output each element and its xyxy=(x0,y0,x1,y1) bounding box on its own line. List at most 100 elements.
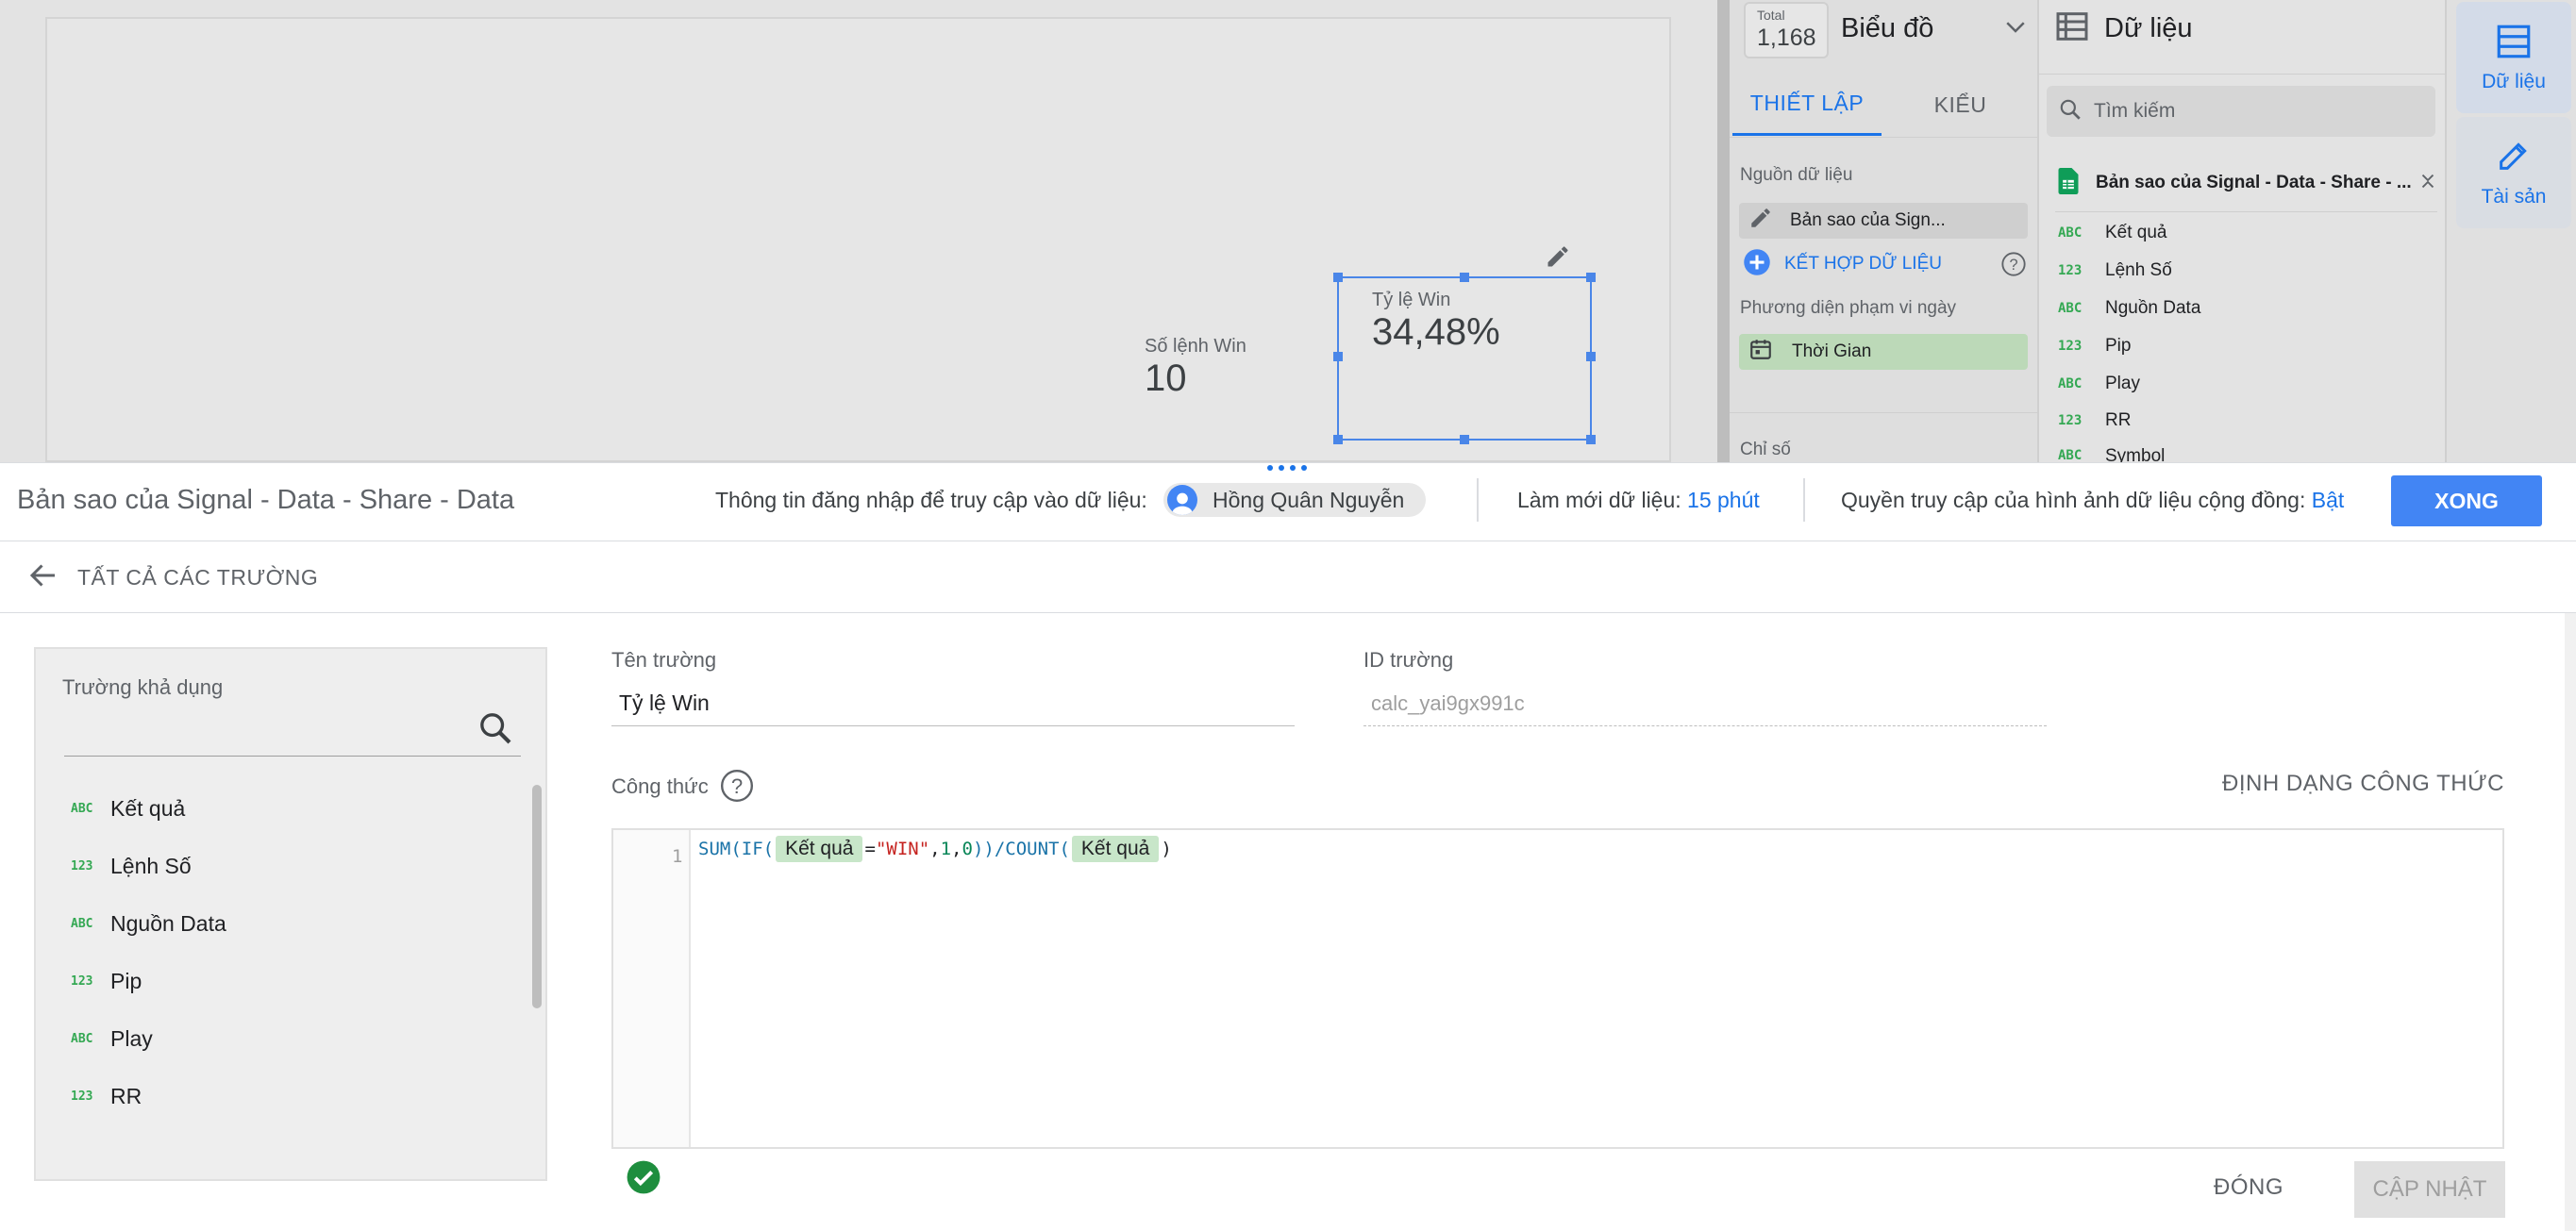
total-rows-box: Total 1,168 xyxy=(1744,2,1829,58)
done-button[interactable]: XONG xyxy=(2391,475,2542,526)
field-id-label: ID trường xyxy=(1363,648,1454,672)
field-type-tag: 123 xyxy=(71,858,93,873)
data-field-row[interactable]: 123 Lệnh Số xyxy=(2058,253,2172,289)
field-name-value: Tỷ lệ Win xyxy=(619,690,710,715)
tab-setup[interactable]: THIẾT LẬP xyxy=(1732,74,1882,136)
tab-style-label: KIỂU xyxy=(1933,91,1987,117)
refresh-value-link[interactable]: 15 phút xyxy=(1687,488,1760,512)
available-field-name: Kết quả xyxy=(110,795,186,821)
add-circle-icon xyxy=(1743,248,1771,281)
formula-token: ) xyxy=(1161,839,1172,859)
field-type-tag: 123 xyxy=(71,1089,93,1104)
formula-string: "WIN" xyxy=(875,839,930,859)
field-type-tag: ABC xyxy=(71,1031,93,1046)
data-field-row[interactable]: 123 RR xyxy=(2058,403,2131,439)
field-name-input[interactable]: Tỷ lệ Win xyxy=(611,681,1295,726)
editor-source-title: Bản sao của Signal - Data - Share - Data xyxy=(17,485,515,515)
data-source-row[interactable]: Bản sao của Signal - Data - Share - ... xyxy=(2058,166,2435,200)
available-field-item[interactable]: ABC Play xyxy=(71,1020,153,1057)
section-divider xyxy=(1730,412,2039,413)
chart-type-label: Biểu đồ xyxy=(1841,12,1934,43)
data-panel-title: Dữ liệu xyxy=(2104,13,2193,43)
blend-data-label: KẾT HỢP DỮ LIỆU xyxy=(1784,254,1942,274)
refresh-label: Làm mới dữ liệu: xyxy=(1517,488,1681,512)
chart-type-select[interactable]: Biểu đồ xyxy=(1841,8,2030,49)
pencil-icon[interactable] xyxy=(1545,243,1571,270)
formula-token: , xyxy=(929,839,941,859)
database-icon xyxy=(2494,22,2534,67)
selected-scorecard-rate[interactable]: Tỷ lệ Win 34,48% xyxy=(1333,273,1596,444)
data-field-name: Lệnh Số xyxy=(2105,260,2172,280)
line-number-gutter xyxy=(613,830,691,1147)
scorecard-wins[interactable]: Số lệnh Win 10 xyxy=(1145,336,1305,400)
credentials-user-name: Hồng Quân Nguyễn xyxy=(1213,487,1405,512)
formula-editor[interactable] xyxy=(611,828,2504,1149)
close-button[interactable]: ĐÓNG xyxy=(2214,1174,2283,1201)
data-field-row[interactable]: ABC Play xyxy=(2058,366,2140,402)
calendar-icon xyxy=(1748,337,1773,367)
credentials-user-chip[interactable]: Hồng Quân Nguyễn xyxy=(1163,483,1426,517)
data-source-chip[interactable]: Bản sao của Sign... xyxy=(1739,203,2028,239)
refresh-setting[interactable]: Làm mới dữ liệu: 15 phút xyxy=(1517,488,1760,513)
formula-help-icon[interactable]: ? xyxy=(719,768,755,808)
table-icon xyxy=(2053,8,2091,50)
data-field-row[interactable]: ABC Kết quả xyxy=(2058,215,2167,251)
available-fields-search[interactable] xyxy=(64,706,521,757)
resize-handle[interactable] xyxy=(1267,465,1307,471)
format-formula-button[interactable]: ĐỊNH DẠNG CÔNG THỨC xyxy=(2222,771,2504,797)
available-field-item[interactable]: 123 Lệnh Số xyxy=(71,847,192,885)
data-field-row[interactable]: ABC Symbol xyxy=(2058,441,2165,462)
blend-data-button[interactable]: KẾT HỢP DỮ LIỆU xyxy=(1743,247,1988,281)
date-dimension-chip[interactable]: Thời Gian xyxy=(1739,334,2028,370)
available-field-item[interactable]: 123 RR xyxy=(71,1077,142,1115)
field-type-tag: ABC xyxy=(71,801,93,816)
available-field-item[interactable]: ABC Kết quả xyxy=(71,790,185,827)
editor-scrollbar[interactable] xyxy=(2565,613,2576,1231)
community-access-setting[interactable]: Quyền truy cập của hình ảnh dữ liệu cộng… xyxy=(1841,488,2344,513)
edit-pencil-icon[interactable] xyxy=(1748,206,1777,236)
tab-divider xyxy=(1730,137,2039,138)
back-to-all-fields-button[interactable]: TẤT CẢ CÁC TRƯỜNG xyxy=(26,558,318,597)
formula-token: SUM(IF( xyxy=(698,839,775,859)
credentials-label: Thông tin đăng nhập để truy cập vào dữ l… xyxy=(715,488,1147,512)
field-type-tag: 123 xyxy=(71,973,93,989)
canvas-panel-divider[interactable] xyxy=(1717,0,1730,462)
source-divider xyxy=(2055,211,2437,212)
arrow-back-icon xyxy=(26,558,60,597)
data-source-chip-label: Bản sao của Sign... xyxy=(1790,210,1946,230)
formula-token: ))/COUNT( xyxy=(972,839,1070,859)
formula-valid-icon xyxy=(626,1159,661,1200)
update-button[interactable]: CẬP NHẬT xyxy=(2354,1161,2505,1218)
collapse-icon[interactable] xyxy=(2417,169,2438,198)
data-field-name: Pip xyxy=(2105,336,2132,356)
formula-label: Công thức xyxy=(611,774,709,798)
header-divider xyxy=(1803,478,1805,522)
available-field-name: Pip xyxy=(110,968,142,993)
formula-code-line[interactable]: SUM(IF( Kết quả = "WIN" , 1 , 0 ))/COUNT… xyxy=(698,832,1172,866)
rail-data-button[interactable]: Dữ liệu xyxy=(2456,2,2571,113)
community-access-toggle[interactable]: Bật xyxy=(2312,488,2345,512)
formula-field-pill[interactable]: Kết quả xyxy=(1071,836,1160,862)
available-field-item[interactable]: ABC Nguồn Data xyxy=(71,905,226,942)
formula-field-pill[interactable]: Kết quả xyxy=(776,836,863,862)
field-type-tag: ABC xyxy=(71,916,93,931)
rail-data-label: Dữ liệu xyxy=(2482,71,2546,92)
formula-number: 1 xyxy=(940,839,952,859)
search-icon[interactable] xyxy=(477,709,514,752)
scorecard-wins-value: 10 xyxy=(1145,358,1187,399)
available-field-item[interactable]: 123 Pip xyxy=(71,962,142,1000)
chevron-down-icon xyxy=(2001,12,2030,45)
available-fields-scrollbar[interactable] xyxy=(532,785,542,1008)
field-type-tag: ABC xyxy=(2058,225,2083,241)
svg-text:?: ? xyxy=(2009,257,2017,274)
rail-assets-label: Tài sản xyxy=(2481,186,2547,208)
help-icon[interactable]: ? xyxy=(2000,251,2027,282)
total-label: Total xyxy=(1757,8,1785,23)
search-icon xyxy=(2058,97,2083,126)
community-access-label: Quyền truy cập của hình ảnh dữ liệu cộng… xyxy=(1841,488,2306,512)
rail-assets-button[interactable]: Tài sản xyxy=(2456,117,2571,228)
tab-style[interactable]: KIỂU xyxy=(1882,74,2039,136)
data-field-row[interactable]: ABC Nguồn Data xyxy=(2058,291,2200,326)
data-field-row[interactable]: 123 Pip xyxy=(2058,328,2131,364)
field-search-input[interactable]: Tìm kiếm xyxy=(2047,86,2435,137)
